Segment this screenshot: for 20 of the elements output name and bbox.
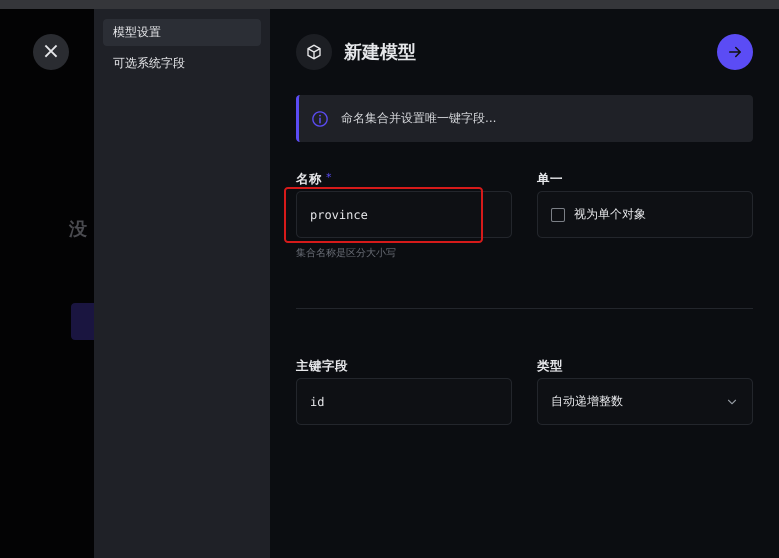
- checkbox-label: 视为单个对象: [574, 206, 646, 223]
- close-button[interactable]: ×: [33, 34, 69, 70]
- sidebar-item[interactable]: 模型设置: [103, 19, 261, 46]
- required-mark: *: [326, 171, 332, 186]
- hint-text: 集合名称是区分大小写: [296, 246, 397, 260]
- page-title: 新建模型: [344, 41, 417, 64]
- background-heading: 没: [69, 218, 87, 241]
- field-label: 类型: [537, 358, 563, 375]
- field-label: 单一: [537, 171, 563, 188]
- field-label: 名称: [296, 171, 322, 188]
- next-button[interactable]: [717, 34, 753, 70]
- info-icon: [311, 110, 329, 128]
- sidebar-item[interactable]: 可选系统字段: [103, 50, 261, 77]
- input-field[interactable]: id: [296, 378, 512, 425]
- input-field[interactable]: province: [296, 191, 512, 238]
- info-text: 命名集合并设置唯一键字段...: [341, 110, 496, 127]
- select-field[interactable]: 自动递增整数: [537, 378, 753, 425]
- field-label: 主键字段: [296, 358, 348, 375]
- cube-icon: [296, 34, 332, 70]
- checkbox[interactable]: [551, 208, 565, 222]
